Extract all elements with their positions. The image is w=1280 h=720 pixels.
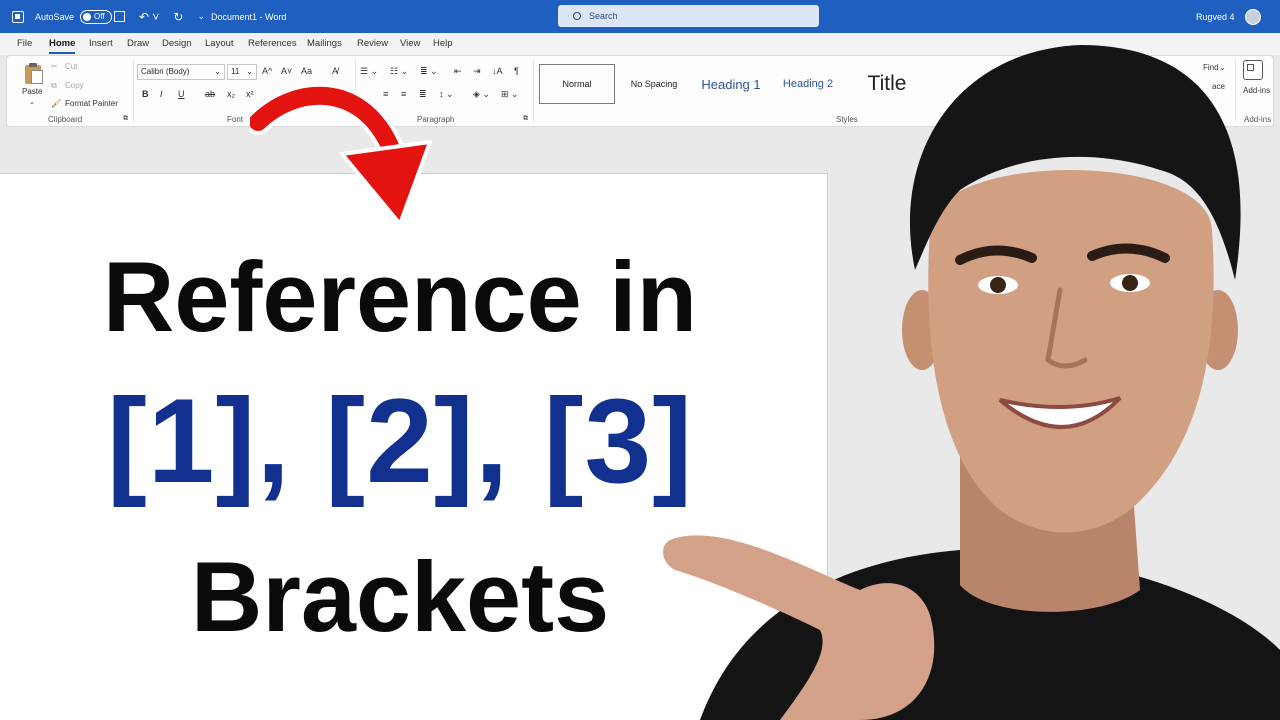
font-group-label: Font bbox=[227, 115, 244, 124]
tab-view[interactable]: View bbox=[400, 38, 420, 49]
user-account[interactable]: Rugved 4 bbox=[1196, 0, 1261, 33]
autosave-control[interactable]: AutoSave Off bbox=[35, 0, 113, 33]
person-photo bbox=[663, 45, 1280, 720]
tab-mailings[interactable]: Mailings bbox=[307, 38, 342, 49]
divider bbox=[533, 60, 534, 122]
tab-insert[interactable]: Insert bbox=[89, 38, 113, 49]
user-name: Rugved 4 bbox=[1196, 11, 1235, 22]
sort-icon[interactable]: ↓A bbox=[492, 66, 503, 76]
autosave-toggle[interactable]: Off bbox=[80, 9, 113, 24]
quick-access-toolbar: ↶ ˅ ↻ ⌄ bbox=[114, 0, 205, 33]
font-size-value: 11 bbox=[231, 67, 240, 76]
tab-references[interactable]: References bbox=[248, 38, 297, 49]
avatar[interactable] bbox=[1244, 8, 1261, 25]
tab-home[interactable]: Home bbox=[49, 38, 75, 49]
clipboard-launcher-icon[interactable]: ⧉ bbox=[123, 115, 128, 123]
subscript-button[interactable]: x₂ bbox=[227, 89, 235, 99]
autosave-state: Off bbox=[94, 12, 105, 21]
font-name-value: Calibri (Body) bbox=[141, 67, 190, 76]
search-box[interactable]: Search bbox=[558, 5, 819, 27]
tab-design[interactable]: Design bbox=[162, 38, 192, 49]
active-tab-indicator bbox=[49, 52, 75, 54]
change-case-button[interactable]: Aa bbox=[301, 66, 312, 76]
document-title: Document1 - Word bbox=[211, 11, 287, 22]
shading-icon[interactable]: ◈ ⌄ bbox=[473, 89, 490, 100]
shrink-font-button[interactable]: A˅ bbox=[281, 66, 292, 76]
borders-icon[interactable]: ⊞ ⌄ bbox=[501, 89, 519, 100]
scissors-icon: ✂ bbox=[51, 62, 58, 71]
grow-font-button[interactable]: A^ bbox=[262, 66, 272, 76]
line-spacing-icon[interactable]: ↕ ⌄ bbox=[439, 89, 454, 100]
tab-draw[interactable]: Draw bbox=[127, 38, 149, 49]
style-normal[interactable]: Normal bbox=[539, 64, 615, 104]
decrease-indent-icon[interactable]: ⇤ bbox=[454, 66, 462, 77]
paste-button[interactable]: Paste bbox=[22, 87, 42, 96]
divider bbox=[133, 60, 134, 122]
font-name-select[interactable]: Calibri (Body) ⌄ bbox=[137, 64, 225, 80]
format-painter-button[interactable]: Format Painter bbox=[65, 99, 118, 108]
italic-button[interactable]: I bbox=[160, 89, 163, 99]
red-arrow-icon bbox=[250, 82, 432, 226]
autosave-label: AutoSave bbox=[35, 11, 75, 22]
paste-dropdown-icon[interactable]: ⌄ bbox=[29, 98, 35, 106]
tab-file[interactable]: File bbox=[17, 38, 32, 49]
title-bar: AutoSave Off ↶ ˅ ↻ ⌄ Document1 - Word Se… bbox=[0, 0, 1280, 33]
tab-review[interactable]: Review bbox=[357, 38, 388, 49]
paragraph-launcher-icon[interactable]: ⧉ bbox=[523, 115, 528, 123]
word-logo-icon bbox=[12, 0, 26, 33]
style-normal-label: Normal bbox=[562, 79, 592, 89]
clear-formatting-icon[interactable]: A̸ bbox=[332, 66, 338, 76]
copy-button[interactable]: Copy bbox=[65, 81, 84, 90]
customize-qat-icon[interactable]: ⌄ bbox=[197, 11, 205, 22]
redo-icon[interactable]: ↻ bbox=[173, 10, 183, 24]
increase-indent-icon[interactable]: ⇥ bbox=[473, 66, 481, 77]
pilcrow-icon[interactable]: ¶ bbox=[514, 66, 519, 76]
strikethrough-button[interactable]: ab bbox=[205, 89, 215, 99]
tab-layout[interactable]: Layout bbox=[205, 38, 234, 49]
search-icon bbox=[573, 12, 581, 20]
undo-icon[interactable]: ↶ ˅ bbox=[139, 10, 159, 24]
underline-button[interactable]: U bbox=[178, 89, 185, 99]
save-icon[interactable] bbox=[114, 11, 125, 22]
search-placeholder: Search bbox=[589, 11, 618, 21]
cut-button[interactable]: Cut bbox=[65, 62, 77, 71]
tab-help[interactable]: Help bbox=[433, 38, 453, 49]
paste-icon[interactable] bbox=[23, 61, 45, 85]
brush-icon: 🖌 bbox=[51, 99, 62, 108]
clipboard-group-label: Clipboard bbox=[48, 115, 83, 124]
bold-button[interactable]: B bbox=[142, 89, 149, 99]
copy-icon: ⧉ bbox=[51, 81, 57, 90]
